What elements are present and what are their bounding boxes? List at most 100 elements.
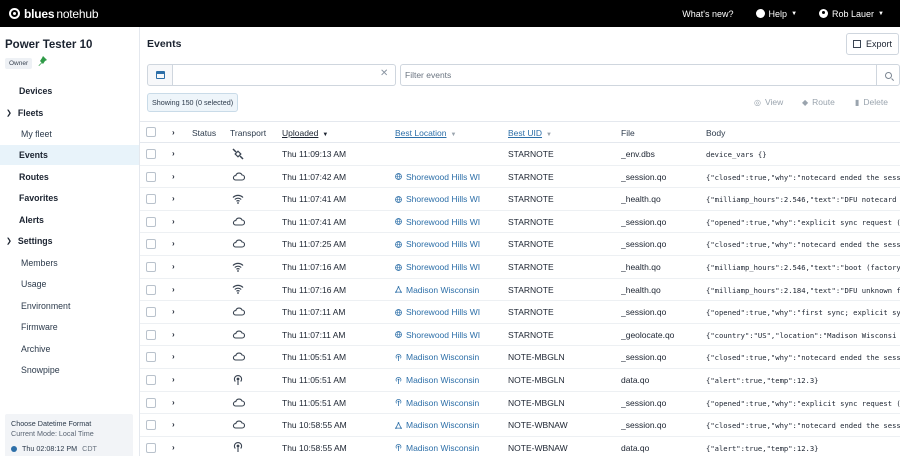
expand-row-icon[interactable]: › [172, 239, 175, 248]
globe-icon [395, 308, 402, 316]
expand-row-icon[interactable]: › [172, 398, 175, 407]
expand-row-icon[interactable]: › [172, 172, 175, 181]
column-best-uid[interactable]: Best UID ▼ [508, 128, 552, 138]
sidebar-item-archive[interactable]: Archive [0, 339, 139, 359]
expand-all-icon[interactable]: › [172, 128, 175, 137]
blues-logo[interactable]: blues notehub [9, 7, 99, 21]
table-row[interactable]: › Thu 11:07:16 AM Madison Wisconsin STARNOT… [140, 279, 900, 302]
datetime-format-panel[interactable]: Choose Datetime Format Current Mode: Loc… [5, 414, 133, 456]
select-all-checkbox[interactable] [146, 127, 156, 137]
expand-row-icon[interactable]: › [172, 194, 175, 203]
expand-row-icon[interactable]: › [172, 262, 175, 271]
route-button[interactable]: ◆ Route [802, 97, 835, 107]
sidebar-item-devices[interactable]: Devices [0, 81, 139, 101]
sidebar-item-snowpipe[interactable]: Snowpipe [0, 360, 139, 380]
whats-new-link[interactable]: What's new? [682, 9, 733, 19]
row-checkbox[interactable] [146, 352, 156, 363]
sidebar-item-label: Firmware [21, 322, 58, 332]
row-checkbox[interactable] [146, 284, 156, 295]
row-checkbox[interactable] [146, 216, 156, 227]
table-row[interactable]: › Thu 11:07:16 AM Shorewood Hills WI STARNO… [140, 256, 900, 279]
location-label: Shorewood Hills WI [406, 307, 481, 318]
user-menu[interactable]: Rob Lauer ▼ [819, 9, 884, 19]
location-cell[interactable]: Madison Wisconsin [395, 420, 495, 430]
trash-icon: ▮ [855, 97, 860, 107]
expand-row-icon[interactable]: › [172, 375, 175, 384]
expand-row-icon[interactable]: › [172, 420, 175, 429]
row-checkbox[interactable] [146, 420, 156, 431]
datetime-current-mode: Current Mode: Local Time [11, 429, 94, 438]
column-uploaded[interactable]: Uploaded ▼ [282, 128, 328, 138]
location-label: Shorewood Hills WI [406, 216, 481, 227]
table-row[interactable]: › Thu 10:58:55 AM Madison Wisconsin NOTE-WB… [140, 414, 900, 437]
date-range-button[interactable] [147, 64, 173, 86]
row-checkbox[interactable] [146, 329, 156, 340]
expand-row-icon[interactable]: › [172, 330, 175, 339]
table-row[interactable]: › Thu 11:07:11 AM Shorewood Hills WI STARNO… [140, 301, 900, 324]
table-row[interactable]: › Thu 11:05:51 AM Madison Wisconsin NOTE-MB… [140, 392, 900, 415]
table-row[interactable]: › Thu 11:07:11 AM Shorewood Hills WI STARNO… [140, 324, 900, 347]
location-cell[interactable]: Madison Wisconsin [395, 443, 495, 453]
expand-row-icon[interactable]: › [172, 217, 175, 226]
location-cell[interactable]: Madison Wisconsin [395, 398, 495, 408]
filter-events-input[interactable] [400, 64, 900, 86]
sidebar-group-settings[interactable]: ❯ Settings [0, 231, 139, 251]
pin-icon[interactable] [37, 56, 47, 69]
date-range-input[interactable] [173, 64, 396, 86]
sidebar-group-fleets[interactable]: ❯ Fleets [0, 103, 139, 123]
expand-row-icon[interactable]: › [172, 352, 175, 361]
help-menu[interactable]: Help ▼ [755, 9, 797, 19]
row-checkbox[interactable] [146, 239, 156, 250]
sidebar-item-firmware[interactable]: Firmware [0, 317, 139, 337]
row-checkbox[interactable] [146, 171, 156, 182]
search-button[interactable] [876, 65, 899, 85]
uid-cell: STARNOTE [508, 239, 554, 250]
row-checkbox[interactable] [146, 149, 156, 159]
sidebar-item-alerts[interactable]: Alerts [0, 210, 139, 230]
location-cell[interactable]: Shorewood Hills WI [395, 330, 495, 340]
table-row[interactable]: › Thu 10:58:55 AM Madison Wisconsin NOTE-WB… [140, 437, 900, 456]
sidebar-item-environment[interactable]: Environment [0, 296, 139, 316]
location-cell[interactable]: Madison Wisconsin [395, 375, 495, 385]
column-best-location[interactable]: Best Location ▼ [395, 128, 456, 138]
row-checkbox[interactable] [146, 375, 156, 385]
clear-date-icon[interactable]: ✕ [380, 68, 388, 79]
expand-row-icon[interactable]: › [172, 149, 175, 158]
location-cell[interactable]: Shorewood Hills WI [395, 307, 495, 317]
table-row[interactable]: › Thu 11:07:41 AM Shorewood Hills WI STARNO… [140, 211, 900, 234]
sort-icon: ▼ [546, 132, 552, 138]
table-row[interactable]: › Thu 11:09:13 AM STARNOTE _env.dbs device_v… [140, 143, 900, 166]
delete-button[interactable]: ▮ Delete [855, 97, 888, 107]
location-cell[interactable]: Shorewood Hills WI [395, 217, 495, 227]
location-cell[interactable]: Madison Wisconsin [395, 285, 495, 295]
row-checkbox[interactable] [146, 194, 156, 205]
table-row[interactable]: › Thu 11:05:51 AM Madison Wisconsin NOTE-MB… [140, 369, 900, 392]
column-file: File [621, 128, 635, 138]
expand-row-icon[interactable]: › [172, 443, 175, 452]
sidebar-item-usage[interactable]: Usage [0, 274, 139, 294]
row-checkbox[interactable] [146, 397, 156, 408]
export-button[interactable]: Export [846, 33, 899, 55]
table-row[interactable]: › Thu 11:07:25 AM Shorewood Hills WI STARNO… [140, 233, 900, 256]
row-checkbox[interactable] [146, 307, 156, 318]
table-row[interactable]: › Thu 11:07:42 AM Shorewood Hills WI STARNO… [140, 166, 900, 189]
location-cell[interactable]: Madison Wisconsin [395, 352, 495, 362]
table-row[interactable]: › Thu 11:05:51 AM Madison Wisconsin NOTE-MB… [140, 346, 900, 369]
expand-row-icon[interactable]: › [172, 307, 175, 316]
location-cell[interactable]: Shorewood Hills WI [395, 172, 495, 182]
expand-row-icon[interactable]: › [172, 285, 175, 294]
sidebar-item-routes[interactable]: Routes [0, 167, 139, 187]
row-checkbox[interactable] [146, 442, 156, 453]
sidebar-item-members[interactable]: Members [0, 253, 139, 273]
location-cell[interactable]: Shorewood Hills WI [395, 194, 495, 204]
sidebar-item-my-fleet[interactable]: My fleet [0, 124, 139, 144]
location-cell[interactable]: Shorewood Hills WI [395, 262, 495, 272]
table-row[interactable]: › Thu 11:07:41 AM Shorewood Hills WI STARNO… [140, 188, 900, 211]
owner-badge: Owner [5, 58, 33, 69]
sidebar-item-events[interactable]: Events [0, 145, 139, 165]
row-checkbox[interactable] [146, 262, 156, 272]
sidebar-item-favorites[interactable]: Favorites [0, 188, 139, 208]
uid-cell: NOTE-WBNAW [508, 420, 568, 431]
location-cell[interactable]: Shorewood Hills WI [395, 239, 495, 249]
view-button[interactable]: ◎ View [754, 97, 783, 107]
